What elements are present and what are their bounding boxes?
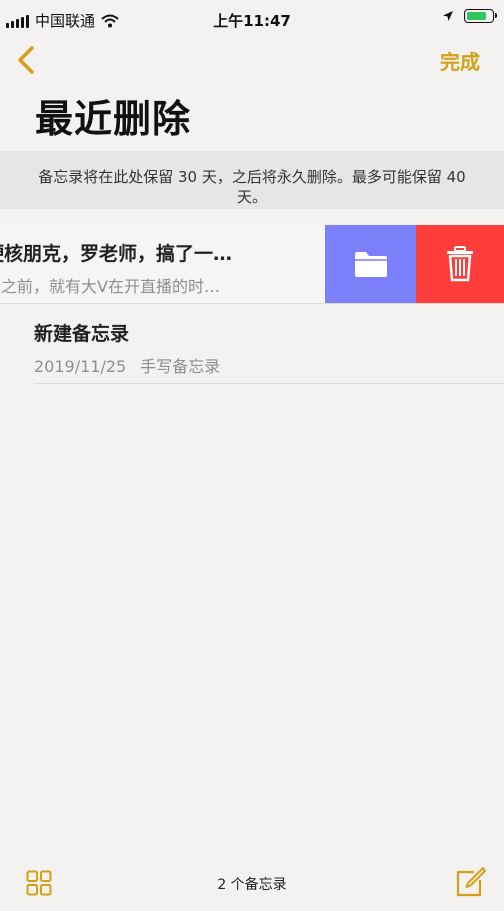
back-button[interactable] xyxy=(14,44,42,76)
location-icon xyxy=(443,11,453,21)
chevron-left-icon xyxy=(18,46,34,74)
status-bar: 中国联通 上午11:47 xyxy=(0,0,504,40)
notes-count: 2 个备忘录 xyxy=(217,877,287,893)
battery-icon xyxy=(464,9,497,23)
note-preview: 手写备忘录 xyxy=(140,357,221,376)
row-divider xyxy=(34,383,504,384)
bottom-toolbar: 2 个备忘录 xyxy=(0,860,504,911)
note-row-swiped[interactable]: 硬核朋克，罗老师，搞了一… 余之前，就有大V在开直播的时… xyxy=(0,225,504,303)
status-time: 上午11:47 xyxy=(213,12,291,30)
note-title: 硬核朋克，罗老师，搞了一… xyxy=(0,243,233,265)
folder-icon xyxy=(354,252,387,277)
note-content[interactable]: 硬核朋克，罗老师，搞了一… 余之前，就有大V在开直播的时… xyxy=(0,239,325,297)
done-button[interactable]: 完成 xyxy=(440,46,480,75)
trash-icon xyxy=(447,246,473,282)
retention-banner: 备忘录将在此处保留 30 天，之后将永久删除。最多可能保留 40 天。 xyxy=(0,151,504,209)
delete-button[interactable] xyxy=(416,225,504,303)
note-meta: 2019/11/25 手写备忘录 xyxy=(34,353,484,377)
note-preview: 余之前，就有大V在开直播的时… xyxy=(0,277,220,296)
compose-button[interactable] xyxy=(454,866,486,898)
move-folder-button[interactable] xyxy=(325,225,416,303)
status-right xyxy=(442,9,497,23)
note-row[interactable]: 新建备忘录 2019/11/25 手写备忘录 xyxy=(0,304,504,383)
page-title: 最近删除 xyxy=(35,97,192,141)
compose-icon xyxy=(456,867,486,897)
note-date: 2019/11/25 xyxy=(34,357,127,376)
note-title: 新建备忘录 xyxy=(34,323,130,345)
note-content: 新建备忘录 2019/11/25 手写备忘录 xyxy=(34,319,484,377)
